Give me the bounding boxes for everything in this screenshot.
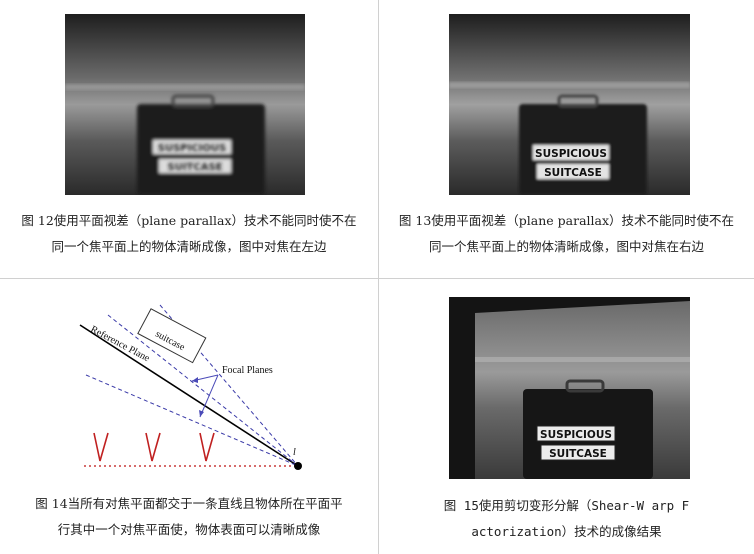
figure-14-caption-line1: 图 14当所有对焦平面都交于一条直线且物体所在平面平 [35, 496, 343, 511]
figure-14-caption-line2: 行其中一个对焦平面使，物体表面可以清晰成像 [57, 522, 321, 537]
focal-arrowhead-2 [199, 410, 204, 417]
figure-15-caption: 图 15使用剪切变形分解（Shear-W arp F actorization）… [379, 493, 754, 545]
camera-marker-1 [93, 432, 109, 462]
figure-14-caption: 图 14当所有对焦平面都交于一条直线且物体所在平面平 行其中一个对焦平面使，物体… [0, 491, 378, 543]
figure-15-photo: SUSPICIOUS SUITCASE [449, 297, 690, 479]
figure-13-caption-line2: 同一个焦平面上的物体清晰成像，图中对焦在右边 [428, 239, 704, 254]
intersection-point [294, 462, 302, 470]
figure-12-caption-line2: 同一个焦平面上的物体清晰成像，图中对焦在左边 [51, 239, 327, 254]
figure-13: SUSPICIOUS SUITCASE 图 13使用平面视差（plane par… [379, 0, 754, 278]
focal-arrow-2 [199, 374, 219, 418]
figure-14: Reference Plane Focal Planes suitcase l … [0, 279, 378, 554]
figure-13-caption: 图 13使用平面视差（plane parallax）技术不能同时使不在 同一个焦… [379, 208, 754, 260]
figure-12-sign-top: SUSPICIOUS [158, 143, 226, 154]
figure-15-caption-line2: actorization）技术的成像结果 [471, 524, 662, 539]
figure-15-sign-top: SUSPICIOUS [540, 429, 612, 441]
camera-marker-3 [199, 432, 215, 462]
figure-13-caption-line1: 图 13使用平面视差（plane parallax）技术不能同时使不在 [398, 213, 735, 228]
figure-12-sign-bottom: SUITCASE [168, 162, 223, 173]
figure-14-diagram: Reference Plane Focal Planes suitcase l [79, 304, 302, 470]
figure-15: SUSPICIOUS SUITCASE 图 15使用剪切变形分解（Shear-W… [379, 279, 754, 554]
focal-planes-label: Focal Planes [222, 365, 273, 376]
camera-marker-2 [145, 432, 161, 462]
figure-12-caption-line1: 图 12使用平面视差（plane parallax）技术不能同时使不在 [21, 213, 357, 228]
figure-13-sign-top: SUSPICIOUS [535, 148, 607, 160]
figure-12-caption: 图 12使用平面视差（plane parallax）技术不能同时使不在 同一个焦… [0, 208, 378, 260]
figure-12: SUSPICIOUS SUITCASE 图 12使用平面视差（plane par… [0, 0, 378, 278]
focal-plane-line-lower [85, 374, 299, 467]
intersection-label: l [293, 447, 296, 458]
figure-13-photo: SUSPICIOUS SUITCASE [449, 14, 690, 195]
figure-15-sign-bottom: SUITCASE [549, 448, 607, 460]
figure-12-photo: SUSPICIOUS SUITCASE [65, 14, 305, 195]
figure-15-caption-line1: 图 15使用剪切变形分解（Shear-W arp F [443, 498, 690, 513]
figure-13-sign-bottom: SUITCASE [544, 167, 602, 179]
